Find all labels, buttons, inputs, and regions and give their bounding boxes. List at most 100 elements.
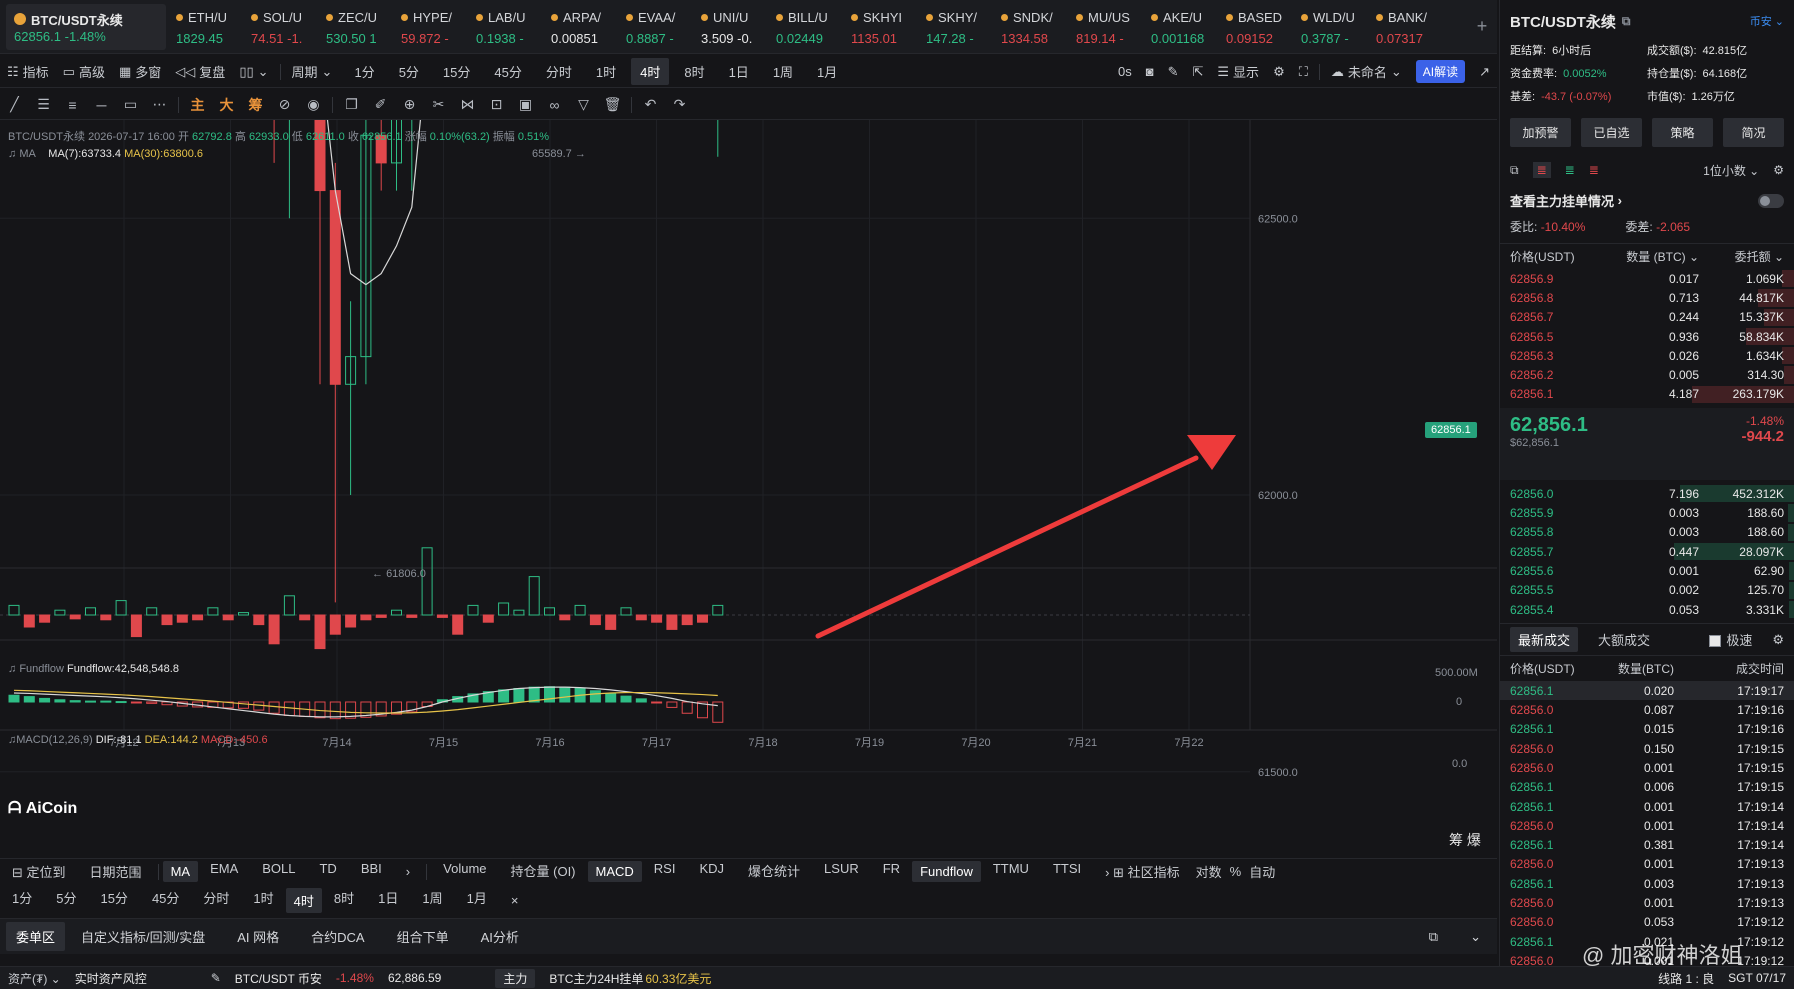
ticker-item[interactable]: BANK/0.07317 xyxy=(1366,4,1441,50)
ticker-item[interactable]: UNI/U 3.509 -0. xyxy=(691,4,766,50)
both-sides-icon[interactable]: ≣ xyxy=(1532,162,1551,178)
horizontal-line-icon[interactable]: ─ xyxy=(87,97,116,113)
chip-button[interactable]: 筹 xyxy=(241,95,270,115)
sub-indicator-tab[interactable]: LSUR xyxy=(812,861,871,882)
multi-window-button[interactable]: ▦ 多窗 xyxy=(112,62,168,81)
copy-icon[interactable]: ❐ xyxy=(337,96,366,113)
ticker-item[interactable]: ARPA/0.00851 xyxy=(541,4,616,50)
sub-indicator-tab[interactable]: TTSI xyxy=(1041,861,1093,882)
ticker-item[interactable]: EVAA/0.8887 - xyxy=(616,4,691,50)
sub-indicator-tab[interactable]: TTMU xyxy=(981,861,1041,882)
panel-button[interactable]: 加预警 xyxy=(1510,118,1571,147)
sub-indicator-tab[interactable]: Volume xyxy=(431,861,498,882)
bottom-period-tab[interactable]: 5分 xyxy=(44,888,88,913)
display-button[interactable]: ☰ 显示 xyxy=(1210,62,1266,81)
copy-icon[interactable]: ⧉ xyxy=(1622,14,1631,29)
collapse-icon[interactable]: ⌄ xyxy=(1454,929,1497,945)
bottom-period-tab[interactable]: 1时 xyxy=(241,888,285,913)
eye-icon[interactable]: ◉ xyxy=(299,96,328,113)
sub-indicator-tab[interactable]: 持仓量 (OI) xyxy=(499,861,588,882)
period-tab[interactable]: 15分 xyxy=(434,58,479,85)
fundflow-legend[interactable]: ♫ Fundflow Fundflow:42,548,548.8 xyxy=(8,663,179,675)
path-tool-icon[interactable]: ⋯ xyxy=(145,96,174,113)
line-tool-icon[interactable]: ╱ xyxy=(0,96,29,113)
bottom-period-tab[interactable]: 1周 xyxy=(410,888,454,913)
undo-icon[interactable]: ↶ xyxy=(636,96,665,113)
risk-label[interactable]: 实时资产风控 xyxy=(75,970,147,987)
sub-indicator-tab[interactable]: RSI xyxy=(642,861,688,882)
ask-row[interactable]: 62856.1 4.187 263.179K xyxy=(1500,385,1794,404)
no-signal-icon[interactable]: ⊘ xyxy=(270,96,299,113)
ask-row[interactable]: 62856.7 0.244 15.337K xyxy=(1500,308,1794,327)
bottom-period-tab[interactable]: 1月 xyxy=(455,888,499,913)
ticker-item[interactable]: HYPE/59.872 - xyxy=(391,4,466,50)
panel-button[interactable]: 策略 xyxy=(1652,118,1713,147)
camera-icon[interactable]: ◙ xyxy=(1139,64,1161,79)
bottom-period-tab[interactable]: 1分 xyxy=(0,888,44,913)
chart-area[interactable]: 61500.062000.062500.063000.063500.064000… xyxy=(0,120,1497,848)
auto-scale-button[interactable]: 自动 xyxy=(1245,862,1279,881)
ticker-item[interactable]: SOL/U 74.51 -1. xyxy=(241,4,316,50)
candle-type-dropdown[interactable]: ▯▯ ⌄ xyxy=(232,64,275,80)
share-icon[interactable]: ↗ xyxy=(1472,64,1497,80)
advanced-button[interactable]: ▭ 高级 xyxy=(56,62,112,81)
ticker-item[interactable]: WLD/U 0.3787 - xyxy=(1291,4,1366,50)
ticker-item[interactable]: SNDK/1334.58 xyxy=(991,4,1066,50)
main-indicator-tab[interactable]: EMA xyxy=(198,861,250,882)
main-orders-toggle[interactable] xyxy=(1758,193,1784,208)
redo-icon[interactable]: ↷ xyxy=(665,96,694,113)
bottom-period-tab[interactable]: 1日 xyxy=(366,888,410,913)
sub-indicator-tab[interactable]: KDJ xyxy=(687,861,736,882)
ruler-icon[interactable]: ✐ xyxy=(366,96,395,113)
settings-icon[interactable]: ⚙ xyxy=(1266,64,1292,80)
ticker-item[interactable]: ETH/U 1829.45 xyxy=(166,4,241,50)
period-tab[interactable]: 1月 xyxy=(808,58,846,85)
community-indicators[interactable]: › ⊞ 社区指标 xyxy=(1093,862,1192,881)
zoom-controls[interactable]: 筹 爆 xyxy=(1449,830,1481,850)
bid-row[interactable]: 62855.8 0.003 188.60 xyxy=(1500,523,1794,542)
big-order-button[interactable]: 大 xyxy=(212,95,241,115)
ask-row[interactable]: 62856.2 0.005 314.30 xyxy=(1500,365,1794,384)
ai-interpret-button[interactable]: AI解读 xyxy=(1409,60,1472,83)
bottom-tab[interactable]: 自定义指标/回测/实盘 xyxy=(65,927,221,946)
add-ticker-icon[interactable]: + xyxy=(1467,16,1497,37)
locate-button[interactable]: ⊟ 定位到 xyxy=(0,862,78,881)
col-qty[interactable]: 数量 (BTC) ⌄ xyxy=(1589,248,1699,265)
log-scale-button[interactable]: 对数 xyxy=(1192,862,1226,881)
indicator-button[interactable]: ☷ 指标 xyxy=(0,62,56,81)
bottom-tab[interactable]: 合约DCA xyxy=(295,927,380,946)
ticker-item[interactable]: SKHYI 1135.01 xyxy=(841,4,916,50)
fast-checkbox[interactable]: 极速 xyxy=(1709,630,1752,649)
export-icon[interactable]: ⇱ xyxy=(1185,64,1210,80)
bid-row[interactable]: 62855.7 0.447 28.097K xyxy=(1500,542,1794,561)
layout-dropdown[interactable]: ☁ 未命名 ⌄ xyxy=(1324,62,1409,81)
date-range-button[interactable]: 日期范围 xyxy=(78,862,154,881)
col-amount[interactable]: 委托额 ⌄ xyxy=(1699,248,1784,265)
period-tab[interactable]: 1周 xyxy=(764,58,802,85)
main-indicator-tab[interactable]: TD xyxy=(307,861,348,882)
ticker-item[interactable]: AKE/U 0.001168 xyxy=(1141,4,1216,50)
lock-icon[interactable]: ⊡ xyxy=(482,96,511,113)
ticker-item[interactable]: BILL/U 0.02449 xyxy=(766,4,841,50)
exchange-dropdown[interactable]: 币安 ⌄ xyxy=(1750,13,1784,29)
bids-only-icon[interactable]: ≣ xyxy=(1565,163,1575,177)
macd-legend[interactable]: ♫MACD(12,26,9) DIF:-81.1 DEA:144.2 MACD:… xyxy=(8,734,268,746)
main-indicator-tab[interactable]: BOLL xyxy=(250,861,307,882)
period-tab[interactable]: 1日 xyxy=(720,58,758,85)
ticker-item[interactable]: MU/US 819.14 - xyxy=(1066,4,1141,50)
replay-button[interactable]: ◁◁ 复盘 xyxy=(168,62,232,81)
ticker-item[interactable]: BASED 0.09152 xyxy=(1216,4,1291,50)
trash-icon[interactable]: 🗑 xyxy=(598,96,627,113)
tab-large-trades[interactable]: 大额成交 xyxy=(1598,630,1650,649)
ask-row[interactable]: 62856.9 0.017 1.069K xyxy=(1500,269,1794,288)
bottom-period-tab[interactable]: 8时 xyxy=(322,888,366,913)
bottom-tab[interactable]: 委单区 xyxy=(6,922,66,951)
magnet-icon[interactable]: ⋈ xyxy=(453,96,482,113)
popout-icon[interactable]: ⧉ xyxy=(1413,929,1454,945)
ask-row[interactable]: 62856.3 0.026 1.634K xyxy=(1500,346,1794,365)
tab-latest-trades[interactable]: 最新成交 xyxy=(1510,627,1579,653)
parallel-lines-icon[interactable]: ☰ xyxy=(29,96,58,113)
bid-row[interactable]: 62856.0 7.196 452.312K xyxy=(1500,484,1794,503)
period-tab[interactable]: 45分 xyxy=(485,58,530,85)
bottom-period-tab[interactable]: 分时 xyxy=(191,888,241,913)
